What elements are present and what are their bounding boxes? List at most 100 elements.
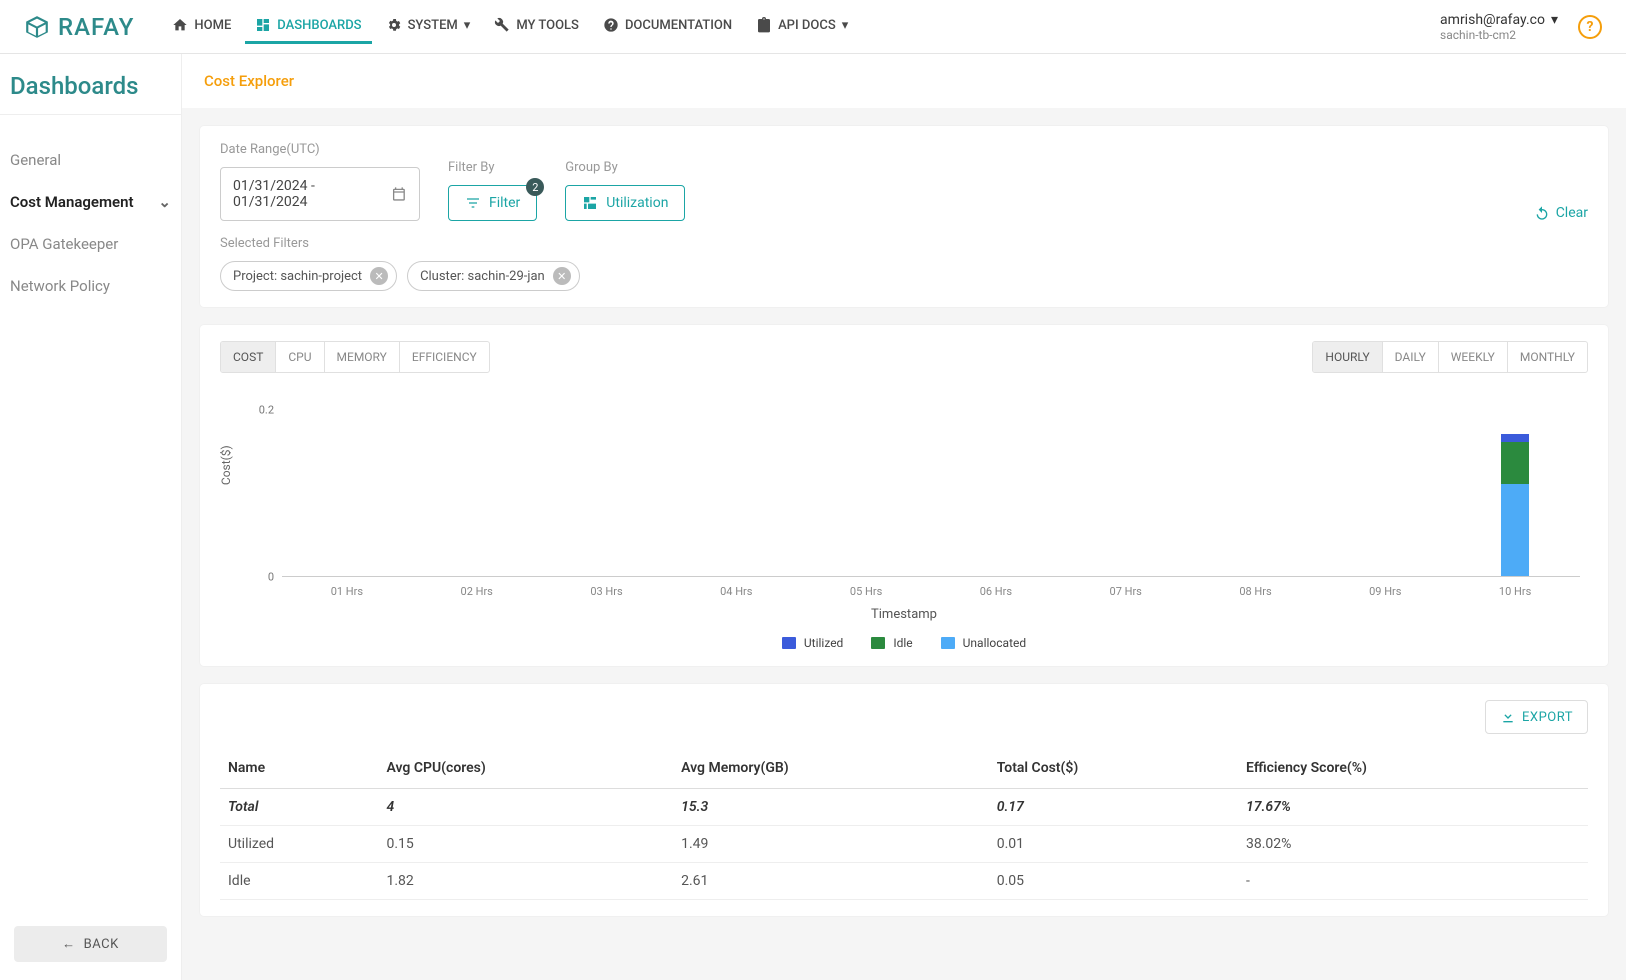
gear-icon bbox=[386, 17, 402, 33]
brand-logo[interactable]: RAFAY bbox=[24, 13, 134, 41]
chip-remove-icon[interactable]: ✕ bbox=[553, 267, 571, 285]
group-icon bbox=[582, 195, 598, 211]
y-axis-label: Cost($) bbox=[219, 445, 233, 485]
y-tick: 0 bbox=[268, 571, 274, 584]
table-cell: Utilized bbox=[220, 826, 378, 863]
column-header[interactable]: Name bbox=[220, 748, 378, 789]
table-cell: Total bbox=[220, 789, 378, 826]
metric-tab-memory[interactable]: MEMORY bbox=[325, 342, 400, 372]
metric-tabs: COSTCPUMEMORYEFFICIENCY bbox=[220, 341, 490, 373]
x-axis-label: Timestamp bbox=[220, 607, 1588, 622]
date-range-input[interactable]: 01/31/2024 - 01/31/2024 bbox=[220, 167, 420, 221]
x-tick: 06 Hrs bbox=[980, 585, 1012, 598]
caret-down-icon: ▾ bbox=[464, 18, 471, 33]
chart-card: COSTCPUMEMORYEFFICIENCY HOURLYDAILYWEEKL… bbox=[200, 325, 1608, 666]
table-row: Total415.30.1717.67% bbox=[220, 789, 1588, 826]
x-tick: 07 Hrs bbox=[1110, 585, 1142, 598]
x-tick: 08 Hrs bbox=[1239, 585, 1271, 598]
legend-item-unallocated[interactable]: Unallocated bbox=[941, 636, 1026, 650]
top-nav: RAFAY HOME DASHBOARDS SYSTEM ▾ MY TOOLS … bbox=[0, 0, 1626, 54]
chevron-down-icon: ⌄ bbox=[158, 193, 171, 211]
interval-tab-weekly[interactable]: WEEKLY bbox=[1439, 342, 1508, 372]
tenant-label: sachin-tb-cm2 bbox=[1440, 28, 1516, 42]
cost-chart: Cost($) 00.2 01 Hrs02 Hrs03 Hrs04 Hrs05 … bbox=[256, 393, 1580, 603]
chip-remove-icon[interactable]: ✕ bbox=[370, 267, 388, 285]
legend-swatch bbox=[941, 637, 955, 649]
legend-swatch bbox=[782, 637, 796, 649]
table-cell: 0.15 bbox=[378, 826, 673, 863]
nav-mytools[interactable]: MY TOOLS bbox=[484, 9, 589, 44]
bar-stack[interactable] bbox=[1501, 434, 1529, 576]
cost-table: NameAvg CPU(cores)Avg Memory(GB)Total Co… bbox=[220, 748, 1588, 900]
logo-icon bbox=[24, 14, 50, 40]
table-cell: - bbox=[1238, 863, 1588, 900]
x-tick: 10 Hrs bbox=[1499, 585, 1531, 598]
group-by-button[interactable]: Utilization bbox=[565, 185, 685, 221]
metric-tab-cost[interactable]: COST bbox=[221, 342, 276, 372]
table-cell: 0.05 bbox=[989, 863, 1238, 900]
sidebar-item-general[interactable]: General bbox=[10, 139, 171, 181]
legend-item-utilized[interactable]: Utilized bbox=[782, 636, 843, 650]
table-cell: 1.49 bbox=[673, 826, 989, 863]
x-tick: 01 Hrs bbox=[331, 585, 363, 598]
wrench-icon bbox=[494, 17, 510, 33]
column-header[interactable]: Efficiency Score(%) bbox=[1238, 748, 1588, 789]
clear-button[interactable]: Clear bbox=[1534, 205, 1588, 221]
brand-text: RAFAY bbox=[58, 13, 134, 41]
help-icon[interactable]: ? bbox=[1578, 15, 1602, 39]
help-circle-icon bbox=[603, 17, 619, 33]
interval-tab-hourly[interactable]: HOURLY bbox=[1313, 342, 1382, 372]
column-header[interactable]: Total Cost($) bbox=[989, 748, 1238, 789]
table-cell: 4 bbox=[378, 789, 673, 826]
filter-icon bbox=[465, 195, 481, 211]
page-title: Cost Explorer bbox=[204, 72, 1604, 90]
caret-down-icon: ▾ bbox=[1551, 12, 1558, 28]
sidebar-item-cost-management[interactable]: Cost Management ⌄ bbox=[10, 181, 171, 223]
x-tick: 03 Hrs bbox=[590, 585, 622, 598]
table-cell: 17.67% bbox=[1238, 789, 1588, 826]
user-menu[interactable]: amrish@rafay.co ▾ sachin-tb-cm2 bbox=[1440, 12, 1558, 42]
legend-item-idle[interactable]: Idle bbox=[871, 636, 912, 650]
bar-segment-idle bbox=[1501, 442, 1529, 484]
arrow-left-icon: ← bbox=[62, 936, 76, 952]
table-row: Idle1.822.610.05- bbox=[220, 863, 1588, 900]
chart-legend: Utilized Idle Unallocated bbox=[220, 636, 1588, 650]
table-cell: Idle bbox=[220, 863, 378, 900]
table-cell: 2.61 bbox=[673, 863, 989, 900]
column-header[interactable]: Avg CPU(cores) bbox=[378, 748, 673, 789]
bar-segment-unallocated bbox=[1501, 484, 1529, 576]
export-button[interactable]: EXPORT bbox=[1485, 700, 1588, 734]
nav-system[interactable]: SYSTEM ▾ bbox=[376, 9, 481, 44]
nav-documentation[interactable]: DOCUMENTATION bbox=[593, 9, 742, 44]
sidebar-item-network-policy[interactable]: Network Policy bbox=[10, 265, 171, 307]
selected-filters-label: Selected Filters bbox=[220, 236, 309, 251]
metric-tab-efficiency[interactable]: EFFICIENCY bbox=[400, 342, 489, 372]
content-area: Cost Explorer Date Range(UTC) 01/31/2024… bbox=[182, 54, 1626, 980]
bar-segment-utilized bbox=[1501, 434, 1529, 442]
legend-swatch bbox=[871, 637, 885, 649]
table-cell: 1.82 bbox=[378, 863, 673, 900]
filter-by-label: Filter By bbox=[448, 160, 537, 175]
column-header[interactable]: Avg Memory(GB) bbox=[673, 748, 989, 789]
home-icon bbox=[172, 17, 188, 33]
metric-tab-cpu[interactable]: CPU bbox=[276, 342, 324, 372]
sidebar: Dashboards General Cost Management ⌄ OPA… bbox=[0, 54, 182, 980]
nav-items: HOME DASHBOARDS SYSTEM ▾ MY TOOLS DOCUME… bbox=[162, 9, 858, 44]
nav-home[interactable]: HOME bbox=[162, 9, 241, 44]
interval-tab-monthly[interactable]: MONTHLY bbox=[1508, 342, 1587, 372]
x-tick: 09 Hrs bbox=[1369, 585, 1401, 598]
filter-button[interactable]: Filter 2 bbox=[448, 185, 537, 221]
group-by-label: Group By bbox=[565, 160, 685, 175]
calendar-icon bbox=[391, 186, 407, 202]
x-tick: 05 Hrs bbox=[850, 585, 882, 598]
sidebar-item-opa-gatekeeper[interactable]: OPA Gatekeeper bbox=[10, 223, 171, 265]
refresh-icon bbox=[1534, 205, 1550, 221]
clipboard-icon bbox=[756, 17, 772, 33]
back-button[interactable]: ← BACK bbox=[14, 926, 167, 962]
interval-tab-daily[interactable]: DAILY bbox=[1383, 342, 1439, 372]
nav-dashboards[interactable]: DASHBOARDS bbox=[245, 9, 371, 44]
interval-tabs: HOURLYDAILYWEEKLYMONTHLY bbox=[1312, 341, 1588, 373]
nav-apidocs[interactable]: API DOCS ▾ bbox=[746, 9, 858, 44]
x-tick: 04 Hrs bbox=[720, 585, 752, 598]
caret-down-icon: ▾ bbox=[842, 18, 849, 33]
